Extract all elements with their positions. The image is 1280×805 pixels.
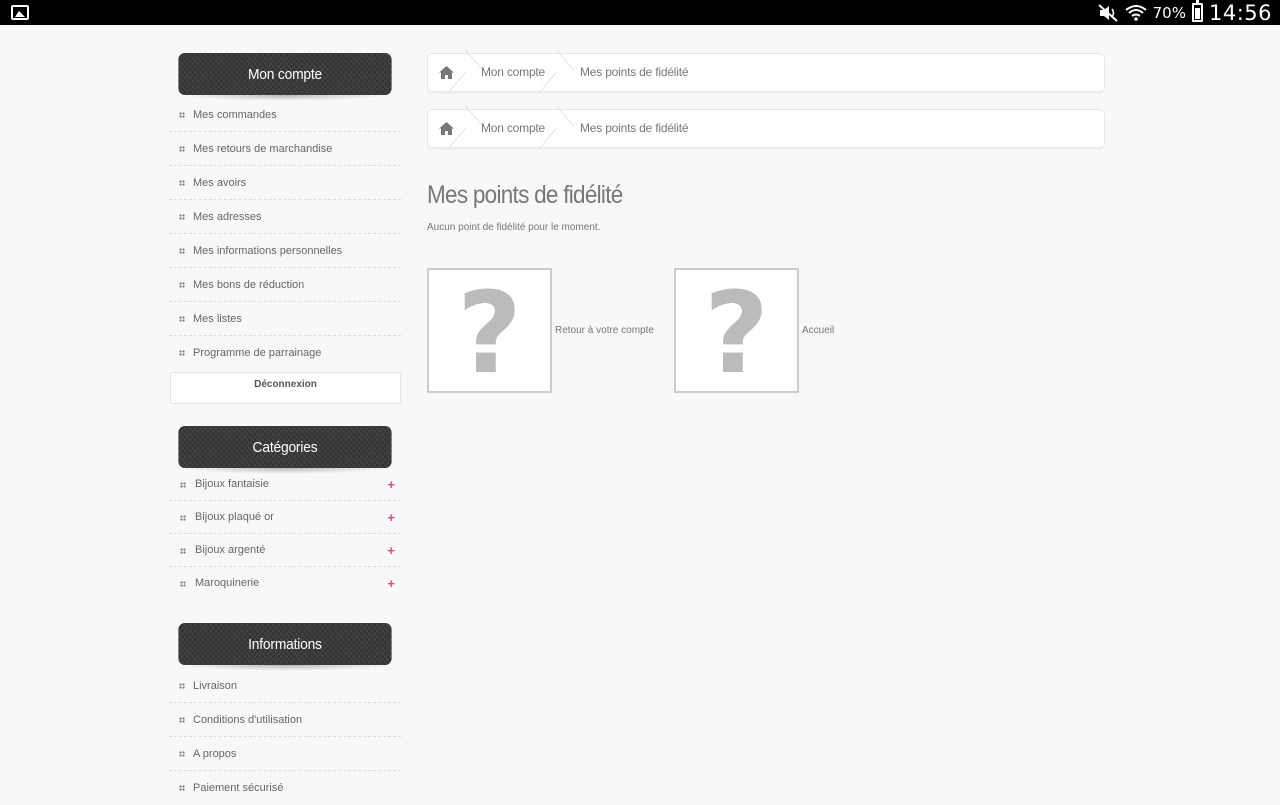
missing-image-placeholder[interactable]: ? xyxy=(427,268,552,393)
expand-plus-icon[interactable]: + xyxy=(387,501,395,534)
categories-block-header: Catégories xyxy=(169,426,401,474)
gallery-icon xyxy=(11,5,29,20)
breadcrumb-current: Mes points de fidélité xyxy=(580,65,689,79)
bullet-icon xyxy=(179,282,185,288)
informations-block-header: Informations xyxy=(169,623,401,671)
empty-points-notice: Aucun point de fidélité pour le moment. xyxy=(427,222,601,233)
account-item-referral[interactable]: Programme de parrainage xyxy=(169,336,401,370)
bullet-icon xyxy=(179,785,185,791)
battery-percent: 70% xyxy=(1152,3,1186,22)
account-item-orders[interactable]: Mes commandes xyxy=(169,98,401,132)
expand-plus-icon[interactable]: + xyxy=(387,468,395,501)
bullet-icon xyxy=(179,751,185,757)
account-item-credits[interactable]: Mes avoirs xyxy=(169,166,401,200)
mute-icon xyxy=(1097,3,1118,22)
bullet-icon xyxy=(180,515,186,521)
categories-block-title: Catégories xyxy=(178,426,392,468)
bullet-icon xyxy=(179,683,185,689)
info-item-a-propos[interactable]: A propos xyxy=(169,737,401,771)
account-item-addresses[interactable]: Mes adresses xyxy=(169,200,401,234)
bullet-icon xyxy=(179,350,185,356)
expand-plus-icon[interactable]: + xyxy=(387,534,395,567)
info-item-conditions[interactable]: Conditions d'utilisation xyxy=(169,703,401,737)
status-bar: 70% 14:56 xyxy=(0,0,1280,25)
home-icon[interactable] xyxy=(439,122,454,135)
account-block-title: Mon compte xyxy=(178,53,392,95)
wifi-icon xyxy=(1125,4,1147,21)
informations-block-title: Informations xyxy=(178,623,392,665)
breadcrumb-link-account[interactable]: Mon compte xyxy=(481,54,545,91)
clock: 14:56 xyxy=(1208,0,1272,25)
bullet-icon xyxy=(180,581,186,587)
account-item-vouchers[interactable]: Mes bons de réduction xyxy=(169,268,401,302)
page-title: Mes points de fidélité xyxy=(427,181,623,209)
breadcrumb-separator xyxy=(556,54,576,91)
account-item-lists[interactable]: Mes listes xyxy=(169,302,401,336)
account-item-personal-info[interactable]: Mes informations personnelles xyxy=(169,234,401,268)
bullet-icon xyxy=(179,717,185,723)
status-right: 70% 14:56 xyxy=(1097,0,1272,25)
back-to-account-label[interactable]: Retour à votre compte xyxy=(555,325,654,336)
home-label[interactable]: Accueil xyxy=(802,325,834,336)
category-item-bijoux-plaque-or[interactable]: Bijoux plaqué or + xyxy=(169,501,401,534)
question-mark-icon: ? xyxy=(457,269,522,393)
sidebar: Mon compte Mes commandes Mes retours de … xyxy=(169,53,401,805)
missing-image-placeholder[interactable]: ? xyxy=(674,268,799,393)
battery-icon xyxy=(1191,0,1203,22)
account-block-header: Mon compte xyxy=(169,53,401,101)
categories-menu: Bijoux fantaisie + Bijoux plaqué or + Bijo… xyxy=(169,468,401,600)
category-item-bijoux-argente[interactable]: Bijoux argenté + xyxy=(169,534,401,567)
category-item-maroquinerie[interactable]: Maroquinerie + xyxy=(169,567,401,600)
bullet-icon xyxy=(179,214,185,220)
bullet-icon xyxy=(179,180,185,186)
breadcrumb-current: Mes points de fidélité xyxy=(580,121,689,135)
breadcrumb-separator xyxy=(556,110,576,147)
expand-plus-icon[interactable]: + xyxy=(387,567,395,600)
account-menu: Mes commandes Mes retours de marchandise… xyxy=(169,98,401,370)
home-icon[interactable] xyxy=(439,66,454,79)
bullet-icon xyxy=(180,482,186,488)
home-link[interactable]: ? Accueil xyxy=(674,268,834,393)
bullet-icon xyxy=(179,146,185,152)
breadcrumb: Mon compte Mes points de fidélité xyxy=(427,53,1105,92)
informations-menu: Livraison Conditions d'utilisation A pro… xyxy=(169,669,401,805)
bullet-icon xyxy=(179,316,185,322)
category-item-bijoux-fantaisie[interactable]: Bijoux fantaisie + xyxy=(169,468,401,501)
info-item-livraison[interactable]: Livraison xyxy=(169,669,401,703)
bullet-icon xyxy=(180,548,186,554)
bullet-icon xyxy=(179,112,185,118)
bullet-icon xyxy=(179,248,185,254)
account-item-returns[interactable]: Mes retours de marchandise xyxy=(169,132,401,166)
back-to-account-link[interactable]: ? Retour à votre compte xyxy=(427,268,654,393)
breadcrumb-secondary: Mon compte Mes points de fidélité xyxy=(427,109,1105,148)
logout-button[interactable]: Déconnexion xyxy=(170,372,401,404)
breadcrumb-link-account[interactable]: Mon compte xyxy=(481,110,545,147)
question-mark-icon: ? xyxy=(704,269,769,393)
